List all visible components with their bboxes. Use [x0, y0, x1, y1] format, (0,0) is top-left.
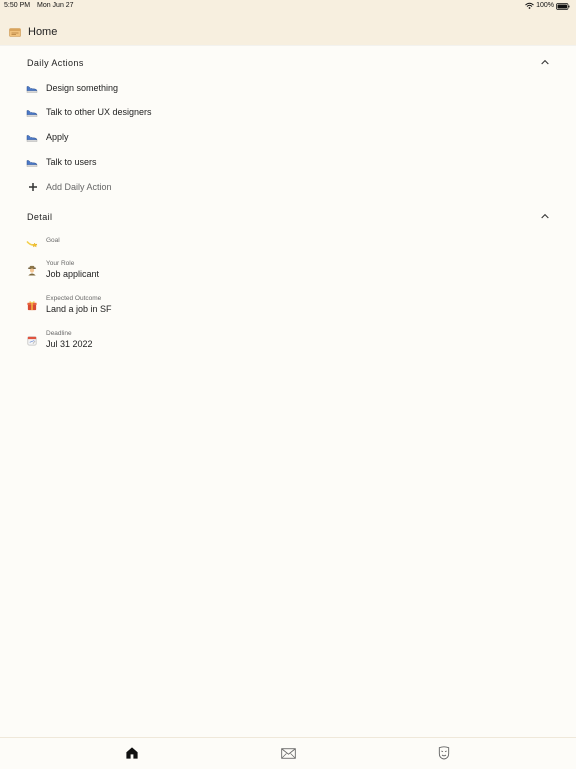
battery-percentage: 100% [536, 2, 554, 9]
status-time: 5:50 PM [4, 2, 31, 9]
running-shoe-icon [26, 135, 38, 142]
deadline-label: Deadline [46, 330, 72, 337]
calendar-icon [9, 28, 21, 37]
battery-icon [556, 2, 570, 10]
daily-action-label: Talk to users [46, 157, 97, 167]
tab-messages[interactable] [280, 745, 296, 761]
add-daily-action-label: Add Daily Action [46, 182, 112, 192]
deadline-value: Jul 31 2022 [46, 339, 93, 349]
detail-header: Detail [27, 212, 53, 222]
chevron-up-icon[interactable] [541, 59, 549, 65]
daily-action-label: Talk to other UX designers [46, 107, 152, 117]
expected-outcome-value: Land a job in SF [46, 304, 112, 314]
role-label: Your Role [46, 260, 75, 267]
daily-actions-header: Daily Actions [27, 58, 84, 68]
mail-icon [280, 747, 296, 759]
status-indicators: 100% [525, 0, 570, 12]
daily-action-label: Design something [46, 83, 119, 93]
chevron-up-icon[interactable] [541, 213, 549, 219]
navigation-bar: Home [0, 12, 576, 45]
detective-icon [27, 265, 37, 276]
running-shoe-icon [26, 86, 38, 93]
running-shoe-icon [26, 110, 38, 117]
status-date: Mon Jun 27 [37, 2, 74, 9]
expected-outcome-label: Expected Outcome [46, 295, 102, 302]
running-shoe-icon [26, 160, 38, 167]
wifi-icon [525, 2, 534, 9]
tab-profile[interactable] [436, 745, 452, 761]
page-title: Home [28, 26, 58, 38]
home-icon [126, 747, 138, 759]
tab-home[interactable] [124, 745, 140, 761]
status-bar: 5:50 PM Mon Jun 27 100% [0, 0, 576, 12]
role-value: Job applicant [46, 269, 100, 279]
daily-action-label: Apply [46, 132, 69, 142]
shooting-star-icon [26, 241, 38, 248]
calendar-icon [27, 336, 37, 346]
plus-icon [29, 183, 37, 191]
goal-label: Goal [46, 237, 60, 244]
mask-icon [438, 746, 450, 760]
gift-icon [27, 301, 37, 311]
tab-bar [0, 737, 576, 769]
